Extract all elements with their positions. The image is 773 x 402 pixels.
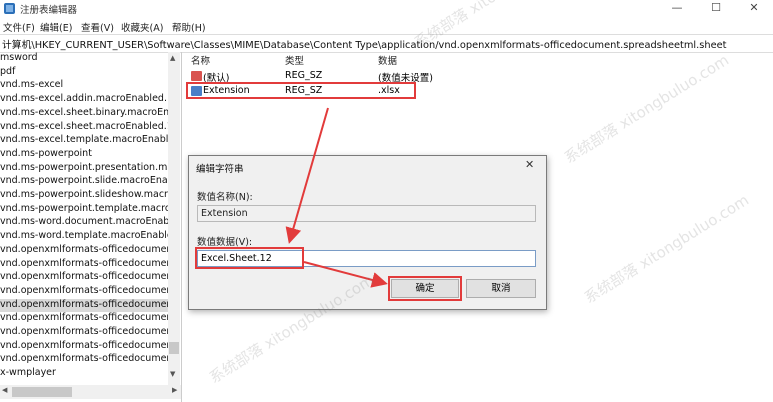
address-path: 计算机\HKEY_CURRENT_USER\Software\Classes\M…	[2, 40, 727, 51]
string-value-icon	[191, 71, 202, 81]
close-button[interactable]: ✕	[735, 0, 773, 17]
window-title: 注册表编辑器	[20, 5, 78, 16]
tree-item[interactable]: vnd.ms-powerpoint.template.macroE	[0, 203, 168, 217]
tree-item[interactable]: msword	[0, 52, 168, 66]
tree-item[interactable]: vnd.ms-word.document.macroEnable	[0, 216, 168, 230]
tree-item[interactable]: vnd.ms-excel	[0, 79, 168, 93]
tree-item[interactable]: vnd.openxmlformats-officedocument	[0, 244, 168, 258]
tree-item[interactable]: vnd.openxmlformats-officedocument	[0, 326, 168, 340]
tree-item[interactable]: vnd.ms-powerpoint.presentation.mac	[0, 162, 168, 176]
tree-item[interactable]: vnd.openxmlformats-officedocument	[0, 285, 168, 299]
tree-item[interactable]: pdf	[0, 66, 168, 80]
tree-item[interactable]: vnd.openxmlformats-officedocument	[0, 312, 168, 326]
tree-item[interactable]: vnd.ms-powerpoint.slideshow.macro	[0, 189, 168, 203]
tree-vertical-scrollbar[interactable]	[168, 52, 180, 392]
cancel-button[interactable]: 取消	[466, 279, 536, 298]
tree-item[interactable]: vnd.openxmlformats-officedocument	[0, 353, 168, 367]
minimize-button[interactable]: —	[658, 0, 696, 17]
key-tree-pane: msword pdf vnd.ms-excel vnd.ms-excel.addin.…	[0, 52, 182, 402]
tree-item[interactable]: vnd.ms-excel.sheet.macroEnabled.12	[0, 121, 168, 135]
tree-item[interactable]: x-wmplayer	[0, 367, 168, 381]
tree-item[interactable]: vnd.openxmlformats-officedocument	[0, 340, 168, 354]
address-bar[interactable]: 计算机\HKEY_CURRENT_USER\Software\Classes\M…	[0, 34, 773, 53]
maximize-button[interactable]: ☐	[697, 0, 735, 17]
highlight-extension-row	[186, 82, 416, 99]
scroll-right-icon[interactable]: ▶	[172, 386, 177, 394]
value-data-label: 数值数据(V):	[197, 237, 253, 248]
menu-bar: 文件(F) 编辑(E) 查看(V) 收藏夹(A) 帮助(H)	[0, 17, 773, 34]
value-type: REG_SZ	[285, 70, 323, 81]
menu-file[interactable]: 文件(F)	[3, 20, 35, 34]
value-name-field: Extension	[197, 205, 536, 222]
tree-scroll-thumb[interactable]	[169, 342, 179, 354]
tree-item[interactable]: vnd.ms-powerpoint	[0, 148, 168, 162]
value-name-label: 数值名称(N):	[197, 192, 253, 203]
highlight-ok-button	[388, 276, 462, 301]
watermark: 系统部落 xitongbuluo.com	[561, 50, 733, 167]
scroll-up-icon[interactable]: ▲	[170, 54, 175, 62]
tree-item[interactable]: vnd.openxmlformats-officedocument	[0, 298, 168, 313]
column-header-name[interactable]: 名称	[191, 53, 210, 67]
tree-item[interactable]: vnd.ms-excel.template.macroEnabled	[0, 134, 168, 148]
tree-item[interactable]: vnd.ms-powerpoint.slide.macroEnabl	[0, 175, 168, 189]
dialog-close-icon[interactable]: ✕	[525, 158, 534, 171]
title-bar: 注册表编辑器 — ☐ ✕	[0, 0, 773, 17]
column-header-type[interactable]: 类型	[285, 53, 304, 67]
menu-favorites[interactable]: 收藏夹(A)	[121, 20, 163, 34]
menu-edit[interactable]: 编辑(E)	[40, 20, 72, 34]
value-row-default[interactable]: (默认) REG_SZ (数值未设置)	[189, 69, 449, 84]
tree-item[interactable]: vnd.ms-excel.sheet.binary.macroEnab	[0, 107, 168, 121]
tree-hscroll-thumb[interactable]	[12, 387, 72, 397]
tree-item[interactable]: vnd.openxmlformats-officedocument	[0, 271, 168, 285]
watermark: 系统部落 xitongbuluo.com	[581, 190, 753, 307]
registry-editor-icon	[4, 3, 15, 14]
column-header-data[interactable]: 数据	[378, 53, 397, 67]
menu-help[interactable]: 帮助(H)	[172, 20, 206, 34]
scroll-down-icon[interactable]: ▼	[170, 370, 175, 378]
dialog-title: 编辑字符串	[196, 164, 244, 175]
tree-item[interactable]: vnd.ms-word.template.macroEnabled	[0, 230, 168, 244]
scroll-left-icon[interactable]: ◀	[2, 386, 7, 394]
tree-item[interactable]: vnd.ms-excel.addin.macroEnabled.12	[0, 93, 168, 107]
highlight-data-input	[195, 247, 304, 269]
tree-item[interactable]: vnd.openxmlformats-officedocument	[0, 258, 168, 272]
menu-view[interactable]: 查看(V)	[81, 20, 114, 34]
